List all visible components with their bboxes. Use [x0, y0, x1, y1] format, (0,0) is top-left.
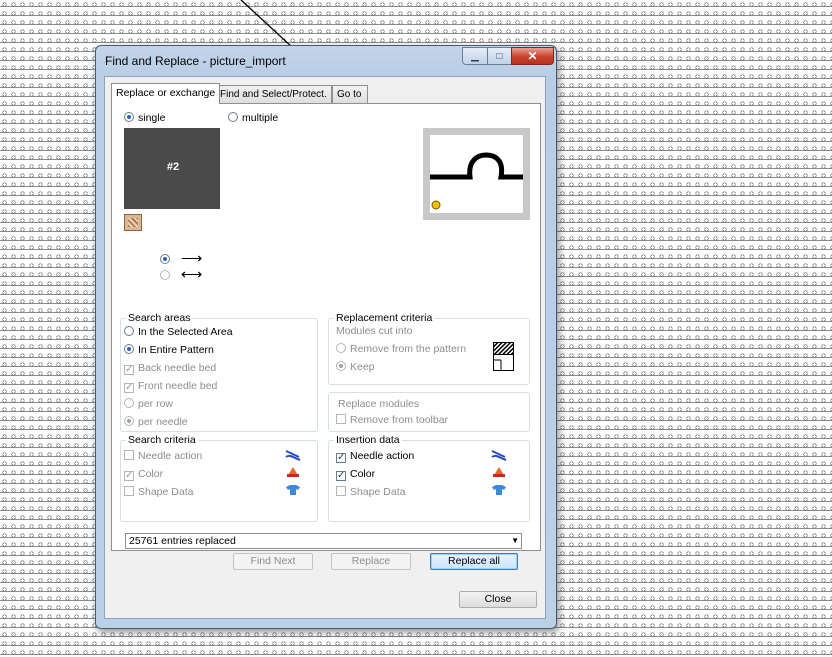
loop-stitch-icon: [430, 152, 523, 210]
replace-modules-title: Replace modules: [338, 398, 420, 410]
replace-all-button[interactable]: Replace all: [430, 553, 518, 570]
insert-shape-data-option[interactable]: Shape Data: [336, 486, 405, 498]
keep-label: Keep: [350, 361, 375, 373]
maximize-button[interactable]: □: [487, 47, 512, 65]
entries-replaced-dropdown[interactable]: 25761 entries replaced ▼: [125, 533, 522, 549]
single-label: single: [138, 112, 166, 124]
entries-replaced-text: 25761 entries replaced: [129, 535, 236, 547]
modules-cut-into-label: Modules cut into: [336, 325, 413, 337]
replace-button[interactable]: Replace: [331, 553, 411, 570]
replacement-criteria-title: Replacement criteria: [334, 312, 435, 324]
replace-module-preview[interactable]: [423, 128, 530, 220]
minimize-button[interactable]: ▁: [462, 47, 488, 65]
chevron-down-icon[interactable]: ▼: [511, 534, 519, 548]
dialog-client-area: Replace or exchange Find and Select/Prot…: [104, 76, 546, 619]
find-module-preview[interactable]: #2: [124, 128, 220, 209]
color-icon: [493, 467, 505, 477]
needle-action-icon: [491, 450, 507, 461]
search-color-label: Color: [138, 468, 164, 480]
multiple-label: multiple: [242, 112, 279, 124]
title-bar[interactable]: Find and Replace - picture_import ▁ □ ✕: [96, 46, 556, 74]
remove-from-pattern-label: Remove from the pattern: [350, 343, 467, 355]
module-cut-icon: [493, 342, 514, 371]
back-needle-bed-label: Back needle bed: [138, 362, 217, 374]
single-radio[interactable]: single: [124, 112, 165, 124]
search-criteria-title: Search criteria: [126, 434, 198, 446]
in-entire-pattern-radio[interactable]: [124, 344, 134, 354]
insert-needle-action-option[interactable]: ✓ Needle action: [336, 450, 414, 463]
per-row-option[interactable]: per row: [124, 398, 173, 410]
insert-shape-data-label: Shape Data: [350, 486, 406, 498]
find-module-label: #2: [166, 160, 180, 173]
in-selected-area-option[interactable]: In the Selected Area: [124, 326, 233, 338]
insert-needle-action-label: Needle action: [350, 450, 415, 462]
insertion-data-title: Insertion data: [334, 434, 402, 446]
search-color-checkbox[interactable]: ✓: [124, 471, 134, 481]
front-needle-bed-option[interactable]: ✓ Front needle bed: [124, 380, 217, 393]
shape-data-icon: [492, 485, 506, 495]
maximize-icon: □: [496, 50, 503, 62]
insert-shape-data-checkbox[interactable]: [336, 486, 346, 496]
per-needle-label: per needle: [138, 416, 188, 428]
keep-option[interactable]: Keep: [336, 361, 375, 373]
insert-color-label: Color: [350, 468, 376, 480]
replace-tab-panel: single multiple #2 ⟶ ⟷ Search areas In t…: [111, 103, 541, 551]
remove-from-toolbar-label: Remove from toolbar: [350, 414, 449, 426]
in-selected-area-radio[interactable]: [124, 326, 134, 336]
in-selected-area-label: In the Selected Area: [138, 326, 233, 338]
back-needle-bed-option[interactable]: ✓ Back needle bed: [124, 362, 216, 375]
find-replace-dialog: Find and Replace - picture_import ▁ □ ✕ …: [95, 45, 557, 629]
module-pattern-icon[interactable]: [124, 214, 142, 231]
per-row-label: per row: [138, 398, 174, 410]
keep-radio[interactable]: [336, 361, 346, 371]
in-entire-pattern-option[interactable]: In Entire Pattern: [124, 344, 214, 356]
window-title: Find and Replace - picture_import: [105, 54, 286, 68]
find-next-button[interactable]: Find Next: [233, 553, 313, 570]
remove-from-pattern-option[interactable]: Remove from the pattern: [336, 343, 466, 355]
exchange-direction-radio-button[interactable]: [160, 270, 170, 280]
color-icon: [287, 467, 299, 477]
multiple-radio-button[interactable]: [228, 112, 238, 122]
remove-from-toolbar-checkbox[interactable]: [336, 414, 346, 424]
insert-color-checkbox[interactable]: ✓: [336, 471, 346, 481]
per-row-radio[interactable]: [124, 398, 134, 408]
back-needle-bed-checkbox[interactable]: ✓: [124, 365, 134, 375]
search-shape-data-option[interactable]: Shape Data: [124, 486, 193, 498]
arrow-both-icon: ⟷: [180, 266, 203, 283]
remove-from-toolbar-option[interactable]: Remove from toolbar: [336, 414, 448, 426]
multiple-radio[interactable]: multiple: [228, 112, 278, 124]
insert-needle-action-checkbox[interactable]: ✓: [336, 453, 346, 463]
replace-direction-radio-button[interactable]: [160, 254, 170, 264]
single-radio-button[interactable]: [124, 112, 134, 122]
per-needle-option[interactable]: per needle: [124, 416, 188, 428]
close-button[interactable]: Close: [459, 591, 537, 608]
search-areas-title: Search areas: [126, 312, 193, 324]
tab-go-to[interactable]: Go to: [332, 85, 368, 103]
front-needle-bed-label: Front needle bed: [138, 380, 218, 392]
search-needle-action-checkbox[interactable]: [124, 450, 134, 460]
insert-color-option[interactable]: ✓ Color: [336, 468, 375, 481]
search-color-option[interactable]: ✓ Color: [124, 468, 163, 481]
per-needle-radio[interactable]: [124, 416, 134, 426]
close-icon: ✕: [527, 49, 538, 63]
search-needle-action-label: Needle action: [138, 450, 203, 462]
search-shape-data-checkbox[interactable]: [124, 486, 134, 496]
tab-find-and-select[interactable]: Find and Select/Protect.: [215, 85, 332, 103]
tab-replace-or-exchange[interactable]: Replace or exchange: [111, 83, 221, 104]
remove-from-pattern-radio[interactable]: [336, 343, 346, 353]
in-entire-pattern-label: In Entire Pattern: [138, 344, 214, 356]
needle-action-icon: [285, 450, 301, 461]
close-window-button[interactable]: ✕: [511, 47, 554, 65]
exchange-direction-radio[interactable]: ⟷: [160, 265, 202, 283]
search-shape-data-label: Shape Data: [138, 486, 194, 498]
front-needle-bed-checkbox[interactable]: ✓: [124, 383, 134, 393]
shape-data-icon: [286, 485, 300, 495]
search-needle-action-option[interactable]: Needle action: [124, 450, 202, 462]
minimize-icon: ▁: [471, 50, 479, 62]
